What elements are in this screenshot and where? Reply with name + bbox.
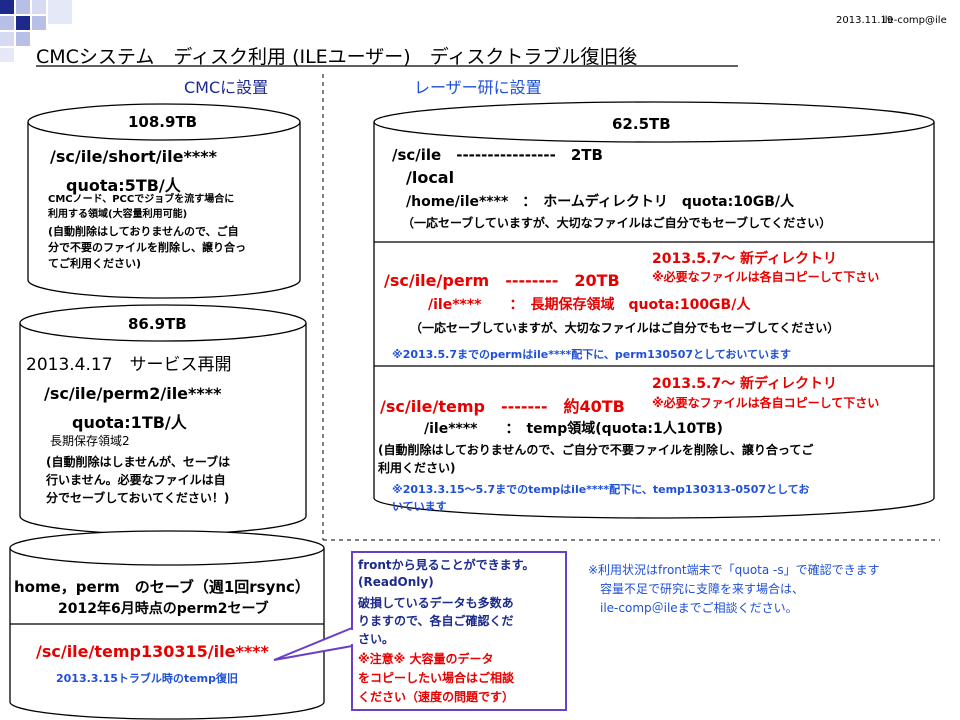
- disk1-capacity: 108.9TB: [128, 113, 198, 131]
- disk2-note-2: (自動削除はしませんが、セーブは: [46, 455, 231, 469]
- temp-notice-1: ※2013.3.15～5.7までのtempはile****配下に、temp130…: [392, 483, 810, 496]
- callout-line-3: 破損しているデータも多数あ: [358, 596, 514, 610]
- temp-copy-notice: ※必要なファイルは各自コピーして下さい: [652, 396, 880, 410]
- disk3-note: 2013.3.15トラブル時のtemp復旧: [56, 672, 238, 685]
- disk2-note-1: 長期保存領域2: [50, 434, 130, 448]
- footnote-line-2: 容量不足で研究に支障を来す場合は、: [600, 582, 805, 596]
- callout-warn-3: ください（速度の問題です）: [358, 690, 515, 704]
- disk2-quota: quota:1TB/人: [72, 413, 187, 432]
- callout-warn-2: をコピーしたい場合はご相談: [358, 671, 515, 685]
- callout-line-1: frontから見ることができます。: [358, 558, 535, 572]
- callout-line-4: りますので、各自ご確認くだ: [358, 614, 514, 628]
- disk3-title: home，perm のセーブ（週1回rsync）: [14, 578, 310, 596]
- disk2-service-resumed: 2013.4.17 サービス再開: [26, 355, 232, 375]
- disk1-note-4: 分で不要のファイルを削除し、譲り合っ: [48, 241, 246, 254]
- perm-note: （一応セーブしていますが、大切なファイルはご自分でもセーブしてください）: [410, 321, 840, 335]
- disk4-home-note: （一応セーブしていますが、大切なファイルはご自分でもセーブしてください）: [402, 216, 832, 230]
- disk3-subtitle: 2012年6月時点のperm2セーブ: [58, 601, 269, 617]
- callout-line-5: さい。: [358, 632, 395, 646]
- disk1-path: /sc/ile/short/ile****: [50, 147, 217, 166]
- header-author: ile-comp@ile: [882, 15, 947, 26]
- temp-note-2: 利用ください): [378, 461, 456, 475]
- disk4-local: /local: [406, 168, 455, 187]
- page-title: CMCシステム ディスク利用 (ILEユーザー) ディスクトラブル復旧後: [36, 46, 638, 68]
- temp-notice-2: いています: [392, 500, 447, 513]
- perm-copy-notice: ※必要なファイルは各自コピーして下さい: [652, 270, 880, 284]
- footnote-line-3: ile-comp＠ileまでご相談ください。: [600, 601, 798, 615]
- perm-user-dir: /ile**** ： 長期保存領域 quota:100GB/人: [428, 297, 751, 313]
- disk1-note-5: てご利用ください): [48, 257, 142, 270]
- perm-path: /sc/ile/perm -------- 20TB: [384, 271, 620, 290]
- temp-user-dir: /ile**** ： temp領域(quota:1人10TB): [424, 421, 723, 437]
- temp-path: /sc/ile/temp ------- 約40TB: [380, 397, 625, 416]
- disk2-capacity: 86.9TB: [128, 315, 187, 333]
- disk1-note-2: 利用する領域(大容量利用可能): [48, 209, 188, 220]
- disk2-note-4: 分でセーブしておいてください！): [46, 491, 230, 505]
- footnote-line-1: ※利用状況はfront端末で「quota -s」で確認できます: [588, 563, 880, 577]
- perm-notice: ※2013.5.7までのpermはile****配下に、perm130507とし…: [392, 348, 792, 361]
- section-label-laser: レーザー研に設置: [414, 78, 542, 97]
- disk4-sc-ile: /sc/ile ---------------- 2TB: [392, 146, 603, 164]
- callout-line-2: (ReadOnly): [358, 575, 434, 589]
- disk2-note-3: 行いません。必要なファイルは自: [46, 473, 226, 487]
- disk1-note-3: (自動削除はしておりませんので、ご自: [48, 225, 239, 238]
- disk4-capacity: 62.5TB: [612, 115, 671, 133]
- disk1-note-1: CMCノード、PCCでジョブを流す場合に: [48, 194, 235, 205]
- temp-note-1: (自動削除はしておりませんので、ご自分で不要ファイルを削除し、譲り合ってご: [378, 443, 814, 457]
- section-label-cmc: CMCに設置: [184, 78, 269, 97]
- disk2-path: /sc/ile/perm2/ile****: [44, 384, 222, 403]
- callout-warn-1: ※注意※ 大容量のデータ: [358, 652, 494, 666]
- disk3-path: /sc/ile/temp130315/ile****: [36, 642, 269, 661]
- disk4-home: /home/ile**** ： ホームディレクトリ quota:10GB/人: [406, 194, 794, 210]
- perm-new-directory: 2013.5.7～ 新ディレクトリ: [652, 251, 837, 267]
- temp-new-directory: 2013.5.7～ 新ディレクトリ: [652, 376, 837, 392]
